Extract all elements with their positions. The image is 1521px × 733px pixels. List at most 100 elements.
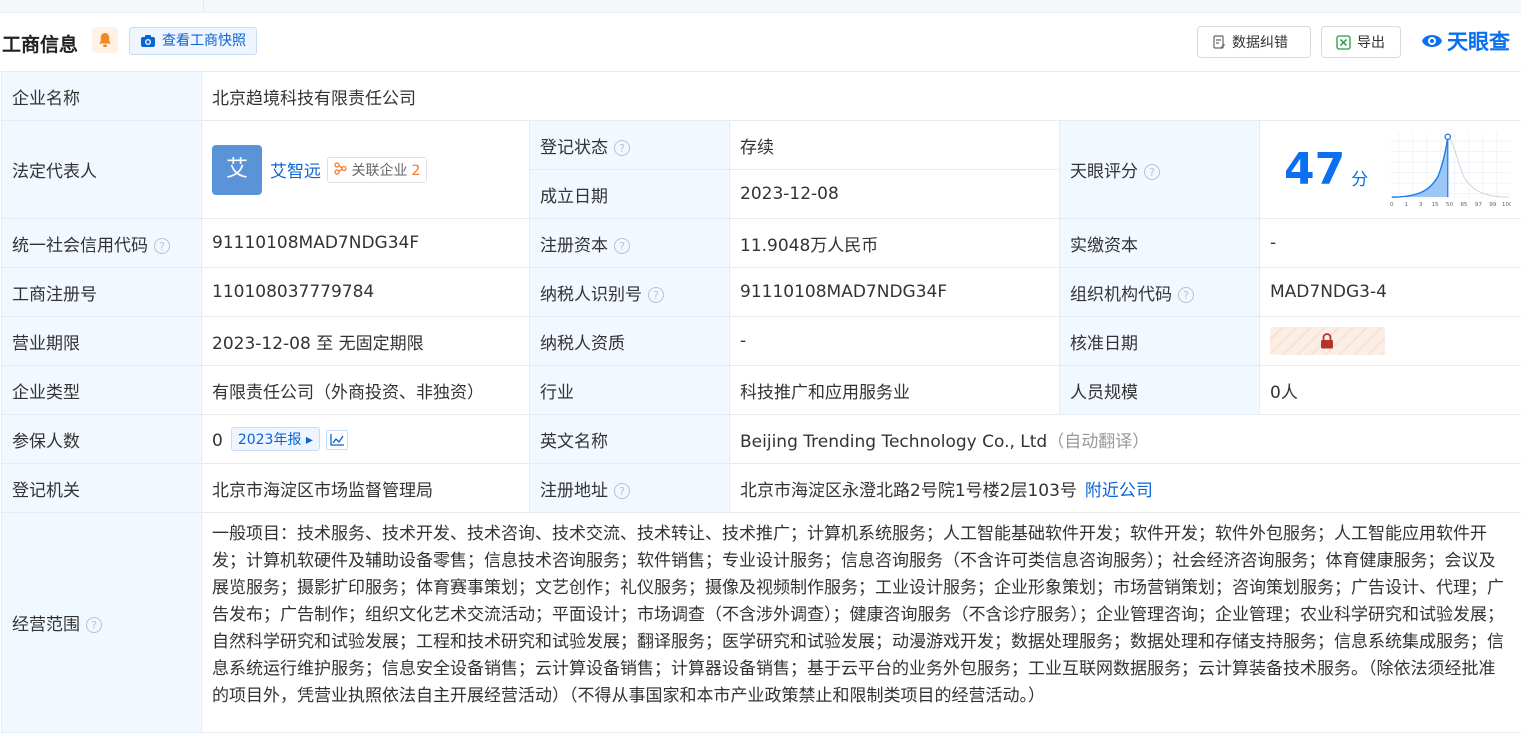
data-correction-button[interactable]: 数据纠错 [1197, 26, 1311, 58]
score-label: 天眼评分 [1070, 162, 1138, 182]
locked-value[interactable] [1270, 327, 1385, 355]
section-header: 工商信息 查看工商快照 数据纠错 导出 天眼查 [0, 24, 1521, 64]
score-unit: 分 [1351, 165, 1368, 190]
reg-status-label-cell: 登记状态? [530, 121, 730, 170]
company-name-label: 企业名称 [2, 72, 202, 121]
paid-capital-value: - [1260, 219, 1521, 268]
related-companies-label: 关联企业 [351, 163, 407, 179]
network-icon [334, 162, 347, 175]
table-row: 参保人数 02023年报 ▸ 英文名称 Beijing Trending Tec… [2, 415, 1521, 464]
reg-capital-label-cell: 注册资本? [530, 219, 730, 268]
score-axis-tick-label: 99 [1489, 201, 1497, 207]
table-row: 法定代表人 艾艾智远 关联企业2 登记状态? 存续 天眼评分? 47 分 [2, 121, 1521, 170]
score-distribution-chart: 0131550859799100 [1390, 127, 1511, 213]
help-icon[interactable]: ? [614, 140, 630, 156]
score-label-cell: 天眼评分? [1060, 121, 1260, 219]
address-label-cell: 注册地址? [530, 464, 730, 513]
avatar[interactable]: 艾 [212, 145, 262, 195]
table-row: 企业名称 北京趋境科技有限责任公司 [2, 72, 1521, 121]
authority-value: 北京市海淀区市场监督管理局 [202, 464, 530, 513]
logo-eye-icon [1420, 30, 1444, 52]
credit-code-value: 91110108MAD7NDG34F [202, 219, 530, 268]
trend-chart-button[interactable] [326, 430, 348, 450]
table-row: 登记机关 北京市海淀区市场监督管理局 注册地址? 北京市海淀区永澄北路2号院1号… [2, 464, 1521, 513]
help-icon[interactable]: ? [648, 287, 664, 303]
credit-code-label: 统一社会信用代码 [12, 236, 148, 256]
address-cell: 北京市海淀区永澄北路2号院1号楼2层103号附近公司 [730, 464, 1521, 513]
table-row: 营业期限 2023-12-08 至 无固定期限 纳税人资质 - 核准日期 [2, 317, 1521, 366]
edit-document-icon [1212, 35, 1226, 49]
auto-translate-note: （自动翻译） [1047, 432, 1149, 452]
related-companies-button[interactable]: 关联企业2 [327, 157, 427, 183]
table-row: 工商注册号 110108037779784 纳税人识别号? 91110108MA… [2, 268, 1521, 317]
score-axis-tick-label: 15 [1432, 201, 1440, 207]
founded-value: 2023-12-08 [730, 170, 1060, 219]
org-code-value: MAD7NDG3-4 [1260, 268, 1521, 317]
data-correction-label: 数据纠错 [1232, 32, 1288, 52]
section-title: 工商信息 [2, 30, 78, 57]
approve-date-label: 核准日期 [1060, 317, 1260, 366]
export-button[interactable]: 导出 [1321, 26, 1401, 58]
company-name-value: 北京趋境科技有限责任公司 [202, 72, 1521, 121]
taxpayer-id-label-cell: 纳税人识别号? [530, 268, 730, 317]
logo-text: 天眼查 [1447, 26, 1510, 56]
camera-icon [140, 34, 156, 48]
legal-rep-label: 法定代表人 [2, 121, 202, 219]
top-strip [0, 0, 1521, 13]
score-axis-tick-label: 50 [1446, 201, 1454, 207]
staff-value: 0人 [1260, 366, 1521, 415]
help-icon[interactable]: ? [86, 617, 102, 633]
help-icon[interactable]: ? [1178, 287, 1194, 303]
legal-rep-cell: 艾艾智远 关联企业2 [202, 121, 530, 219]
annual-report-button[interactable]: 2023年报 ▸ [231, 427, 320, 451]
score-value: 47 [1284, 144, 1345, 195]
company-type-value: 有限责任公司（外商投资、非独资） [202, 366, 530, 415]
approve-date-cell [1260, 317, 1521, 366]
score-axis-tick-label: 97 [1475, 201, 1483, 207]
export-label: 导出 [1357, 32, 1385, 52]
lock-icon [1320, 333, 1334, 349]
subscribe-bell-button[interactable] [92, 27, 118, 53]
view-snapshot-label: 查看工商快照 [162, 28, 246, 54]
industry-label: 行业 [530, 366, 730, 415]
tianyancha-logo: 天眼查 [1420, 26, 1510, 56]
term-value: 2023-12-08 至 无固定期限 [202, 317, 530, 366]
help-icon[interactable]: ? [154, 238, 170, 254]
help-icon[interactable]: ? [614, 238, 630, 254]
help-icon[interactable]: ? [1144, 164, 1160, 180]
english-name-label: 英文名称 [530, 415, 730, 464]
org-code-label-cell: 组织机构代码? [1060, 268, 1260, 317]
staff-label: 人员规模 [1060, 366, 1260, 415]
company-type-label: 企业类型 [2, 366, 202, 415]
credit-code-label-cell: 统一社会信用代码? [2, 219, 202, 268]
org-code-label: 组织机构代码 [1070, 285, 1172, 305]
business-info-table: 企业名称 北京趋境科技有限责任公司 法定代表人 艾艾智远 关联企业2 登记状态?… [1, 71, 1521, 733]
score-axis-tick-label: 100 [1502, 201, 1511, 207]
address-label: 注册地址 [540, 481, 608, 501]
nearby-companies-link[interactable]: 附近公司 [1085, 481, 1153, 501]
reg-no-value: 110108037779784 [202, 268, 530, 317]
annual-report-label: 2023年报 [238, 432, 302, 448]
founded-label: 成立日期 [530, 170, 730, 219]
legal-rep-name-link[interactable]: 艾智远 [270, 162, 321, 182]
trend-chart-icon [327, 431, 347, 449]
view-snapshot-button[interactable]: 查看工商快照 [129, 27, 257, 55]
reg-no-label: 工商注册号 [2, 268, 202, 317]
score-axis-tick-label: 85 [1461, 201, 1469, 207]
authority-label: 登记机关 [2, 464, 202, 513]
help-icon[interactable]: ? [614, 483, 630, 499]
score-cell[interactable]: 47 分 0131550859799100 [1260, 121, 1521, 219]
insured-cell: 02023年报 ▸ [202, 415, 530, 464]
insured-label: 参保人数 [2, 415, 202, 464]
score-axis-tick-label: 3 [1419, 201, 1423, 207]
term-label: 营业期限 [2, 317, 202, 366]
english-name-value: Beijing Trending Technology Co., Ltd [740, 432, 1047, 452]
reg-capital-value: 11.9048万人民币 [730, 219, 1060, 268]
table-row: 统一社会信用代码? 91110108MAD7NDG34F 注册资本? 11.90… [2, 219, 1521, 268]
score-axis-tick-label: 1 [1405, 201, 1409, 207]
taxpayer-id-label: 纳税人识别号 [540, 285, 642, 305]
excel-icon [1336, 35, 1351, 50]
address-value: 北京市海淀区永澄北路2号院1号楼2层103号 [740, 481, 1077, 501]
tax-qual-value: - [730, 317, 1060, 366]
tax-qual-label: 纳税人资质 [530, 317, 730, 366]
